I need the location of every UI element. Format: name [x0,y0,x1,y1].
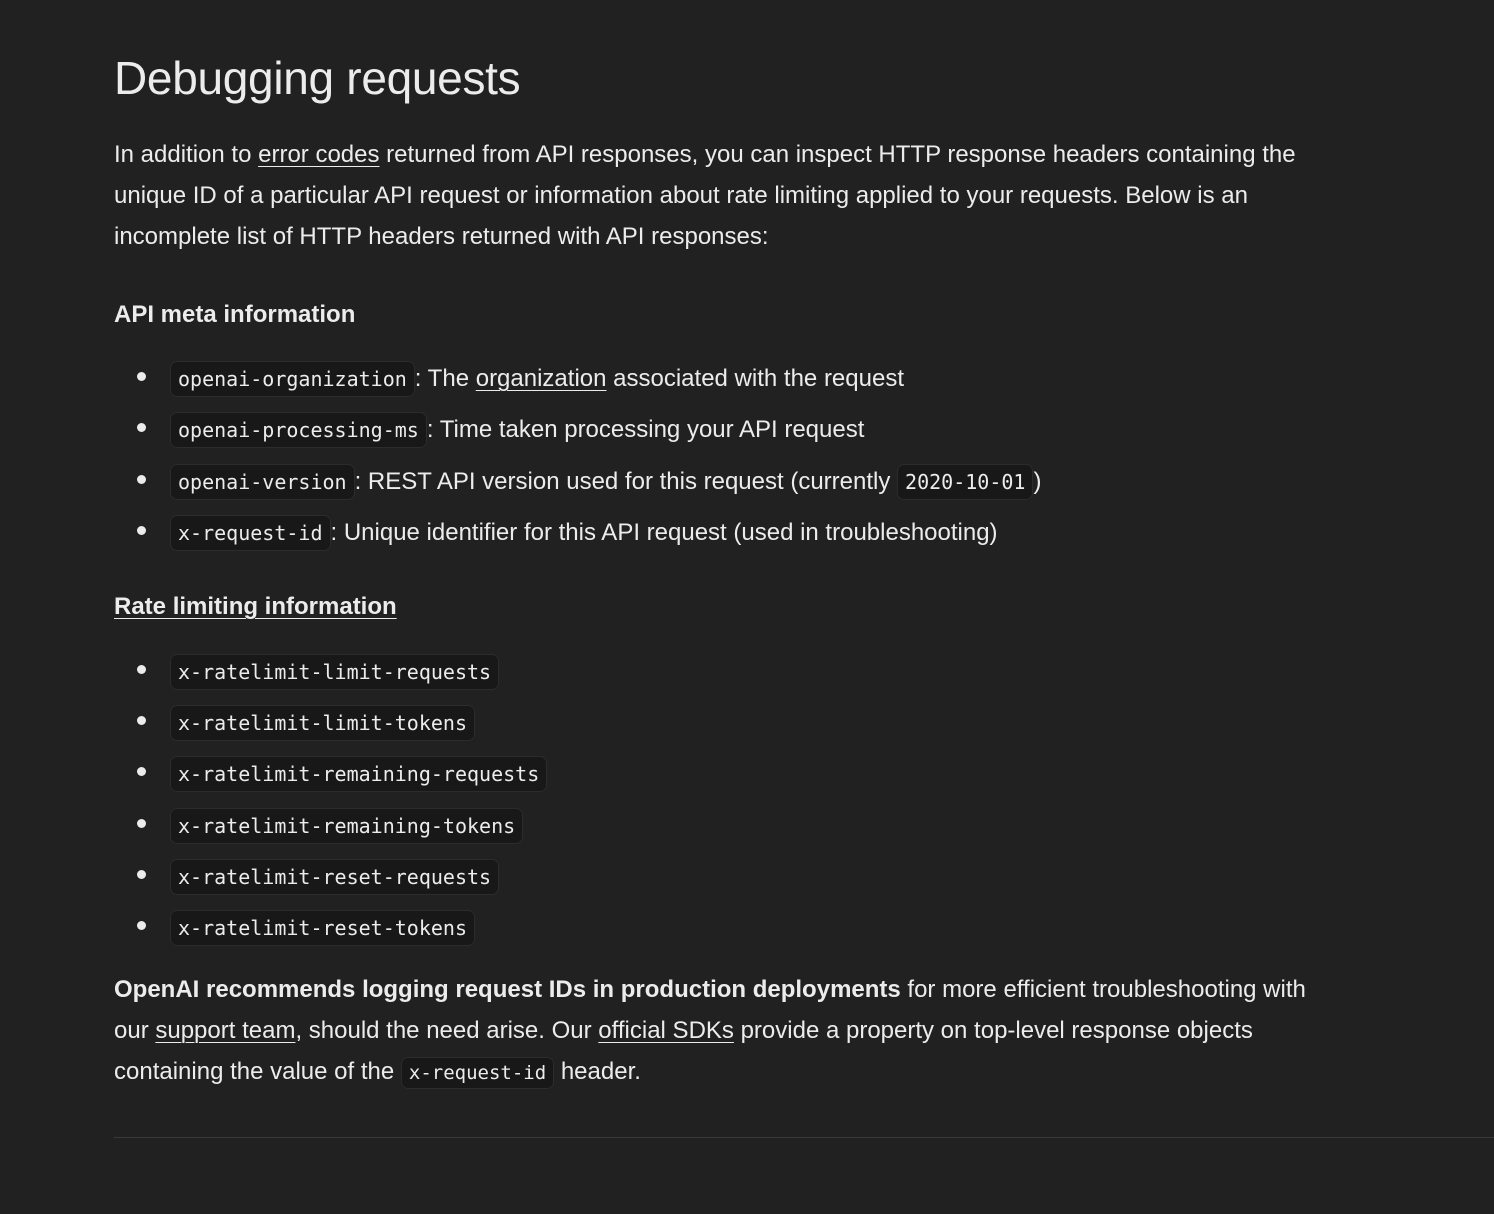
rate-header-list: x-ratelimit-limit-requests x-ratelimit-l… [114,653,1314,947]
header-code: x-ratelimit-remaining-requests [170,756,548,793]
header-code: x-request-id [170,514,331,551]
support-team-link[interactable]: support team [155,1017,295,1044]
section-divider [114,1137,1494,1138]
header-code: x-ratelimit-reset-tokens [170,910,475,947]
bullet-icon [137,767,146,777]
rate-limiting-link[interactable]: Rate limiting information [114,593,397,620]
meta-section-title: API meta information [114,301,356,328]
meta-header-list: openai-organization: The organization as… [114,361,1314,551]
official-sdks-link[interactable]: official SDKs [598,1017,734,1044]
list-item: x-ratelimit-limit-tokens [114,705,1314,742]
header-code: openai-processing-ms [170,412,427,449]
header-code: x-ratelimit-limit-tokens [170,705,475,742]
closing-text: header. [554,1058,641,1086]
rate-section-title: Rate limiting information [114,591,1314,623]
item-text: : REST API version used for this request… [354,467,898,495]
closing-text: , should the need arise. Our [295,1017,599,1045]
list-item: x-ratelimit-reset-tokens [114,910,1314,947]
item-text: ) [1033,467,1042,495]
intro-paragraph: In addition to error codes returned from… [114,134,1314,257]
bullet-icon [137,870,146,880]
version-code: 2020-10-01 [897,463,1034,500]
bullet-icon [137,921,146,931]
organization-link[interactable]: organization [476,365,607,392]
list-item: x-request-id: Unique identifier for this… [114,514,1314,551]
bullet-icon [137,664,146,674]
main-content: Debugging requests In addition to error … [114,0,1314,1094]
header-code: openai-organization [170,361,415,397]
list-item: x-ratelimit-remaining-requests [114,756,1314,793]
page-title: Debugging requests [114,52,521,104]
bullet-icon [137,716,146,726]
header-code: x-ratelimit-limit-requests [170,653,500,690]
recommendation-bold: OpenAI recommends logging request IDs in… [114,976,901,1004]
request-id-code: x-request-id [400,1057,555,1090]
list-item: openai-version: REST API version used fo… [114,463,1314,500]
item-text: : Time taken processing your API request [426,416,865,444]
header-code: openai-version [170,463,355,500]
bullet-icon [137,474,146,484]
header-code: x-ratelimit-remaining-tokens [170,807,524,844]
bullet-icon [137,525,146,535]
error-codes-link[interactable]: error codes [258,141,379,168]
item-text: : Unique identifier for this API request… [330,518,998,546]
intro-text-start: In addition to [114,141,259,168]
header-code: x-ratelimit-reset-requests [170,859,500,896]
list-item: x-ratelimit-remaining-tokens [114,807,1314,844]
closing-paragraph: OpenAI recommends logging request IDs in… [114,969,1314,1094]
item-text: associated with the request [606,365,904,392]
list-item: x-ratelimit-limit-requests [114,653,1314,690]
bullet-icon [137,423,146,433]
list-item: openai-organization: The organization as… [114,361,1314,397]
bullet-icon [137,818,146,828]
bullet-icon [137,372,146,381]
list-item: openai-processing-ms: Time taken process… [114,412,1314,449]
item-text: : The [414,365,476,392]
list-item: x-ratelimit-reset-requests [114,859,1314,896]
